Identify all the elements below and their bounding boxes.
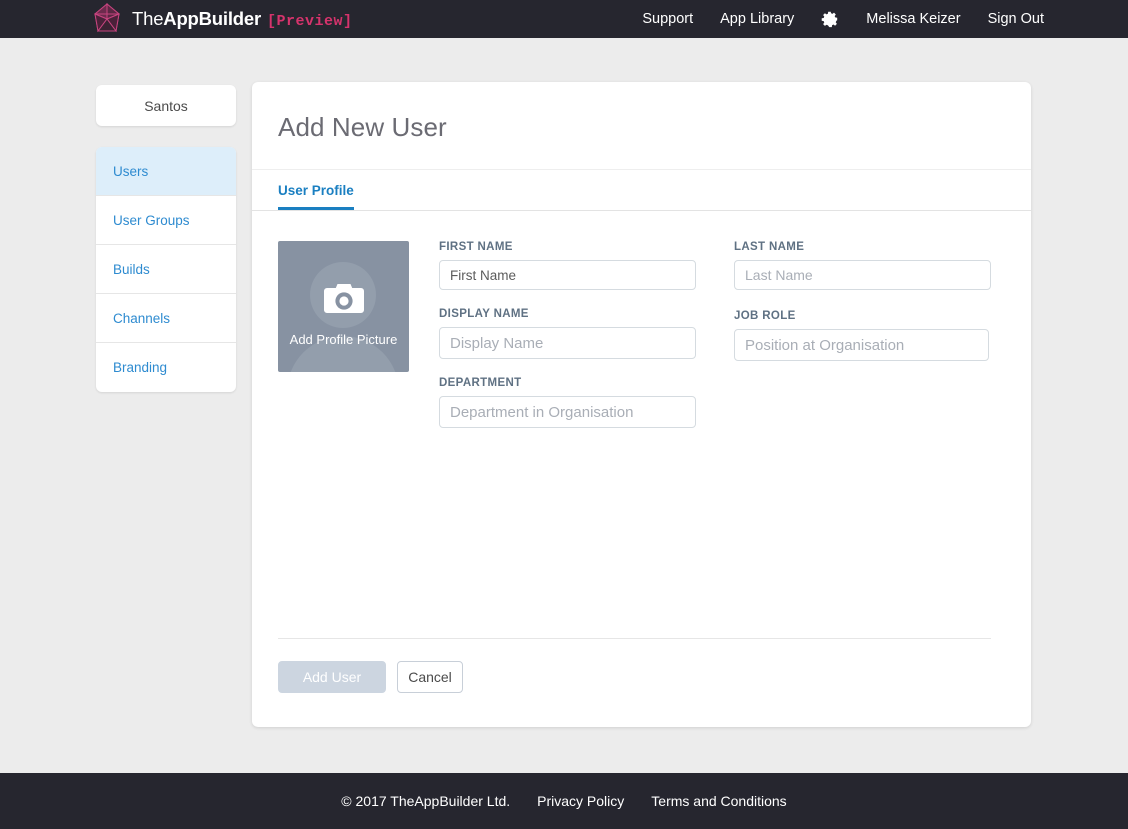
avatar-column: Add Profile Picture — [278, 241, 409, 446]
top-navigation-bar: TheAppBuilder [Preview] Support App Libra… — [0, 0, 1128, 38]
display-name-label: DISPLAY NAME — [439, 308, 529, 320]
terms-and-conditions-link[interactable]: Terms and Conditions — [651, 793, 786, 809]
nav-app-library-link[interactable]: App Library — [720, 11, 794, 27]
first-name-label: FIRST NAME — [439, 241, 513, 253]
add-user-button[interactable]: Add User — [278, 661, 386, 693]
brand-title: TheAppBuilder [Preview] — [132, 8, 353, 30]
privacy-policy-link[interactable]: Privacy Policy — [537, 793, 624, 809]
display-name-field-group: DISPLAY NAME — [439, 308, 696, 359]
form-actions: Add User Cancel — [278, 638, 991, 693]
sidebar-item-branding[interactable]: Branding — [96, 343, 236, 392]
last-name-label: LAST NAME — [734, 241, 805, 253]
nav-sign-out-link[interactable]: Sign Out — [988, 11, 1044, 27]
nav-support-link[interactable]: Support — [642, 11, 693, 27]
sidebar-item-users[interactable]: Users — [96, 147, 236, 196]
organisation-name: Santos — [144, 97, 188, 114]
sidebar: Santos Users User Groups Builds Channels… — [96, 85, 236, 392]
cancel-button[interactable]: Cancel — [397, 661, 463, 693]
sidebar-item-builds[interactable]: Builds — [96, 245, 236, 294]
organisation-selector[interactable]: Santos — [96, 85, 236, 126]
add-profile-picture-label: Add Profile Picture — [289, 332, 398, 347]
gear-icon[interactable] — [821, 10, 839, 28]
main-panel: Add New User User Profile Add Profile Pi… — [252, 82, 1031, 727]
page-title: Add New User — [278, 112, 447, 142]
display-name-input[interactable] — [439, 327, 696, 359]
sidebar-item-channels[interactable]: Channels — [96, 294, 236, 343]
add-profile-picture-dropzone[interactable]: Add Profile Picture — [278, 241, 409, 372]
first-name-input[interactable] — [439, 260, 696, 290]
camera-icon — [278, 281, 409, 317]
job-role-field-group: JOB ROLE — [734, 310, 991, 361]
sidebar-item-user-groups[interactable]: User Groups — [96, 196, 236, 245]
gem-polygon-logo-icon — [90, 2, 124, 36]
top-nav-links: Support App Library Melissa Keizer Sign … — [642, 0, 1044, 38]
brand-logo-link[interactable]: TheAppBuilder [Preview] — [90, 2, 353, 36]
page-footer: © 2017 TheAppBuilder Ltd. Privacy Policy… — [0, 773, 1128, 829]
department-field-group: DEPARTMENT — [439, 377, 696, 428]
department-input[interactable] — [439, 396, 696, 428]
preview-badge: [Preview] — [266, 13, 353, 30]
sidebar-nav-list: Users User Groups Builds Channels Brandi… — [96, 147, 236, 392]
form-column-right: LAST NAME JOB ROLE — [734, 241, 991, 446]
last-name-field-group: LAST NAME — [734, 241, 991, 290]
job-role-input[interactable] — [734, 329, 989, 361]
form-fields: FIRST NAME DISPLAY NAME DEPARTMENT LAST — [439, 241, 1005, 446]
last-name-input[interactable] — [734, 260, 991, 290]
tab-bar: User Profile — [252, 169, 1031, 211]
user-profile-form: Add Profile Picture FIRST NAME DISPLAY N… — [252, 211, 1031, 446]
nav-user-name-link[interactable]: Melissa Keizer — [866, 11, 960, 27]
department-label: DEPARTMENT — [439, 377, 522, 389]
page-body: Santos Users User Groups Builds Channels… — [0, 38, 1128, 773]
tab-user-profile[interactable]: User Profile — [278, 183, 354, 210]
copyright-text: © 2017 TheAppBuilder Ltd. — [341, 793, 511, 809]
first-name-field-group: FIRST NAME — [439, 241, 696, 290]
form-column-left: FIRST NAME DISPLAY NAME DEPARTMENT — [439, 241, 696, 446]
job-role-label: JOB ROLE — [734, 310, 796, 322]
